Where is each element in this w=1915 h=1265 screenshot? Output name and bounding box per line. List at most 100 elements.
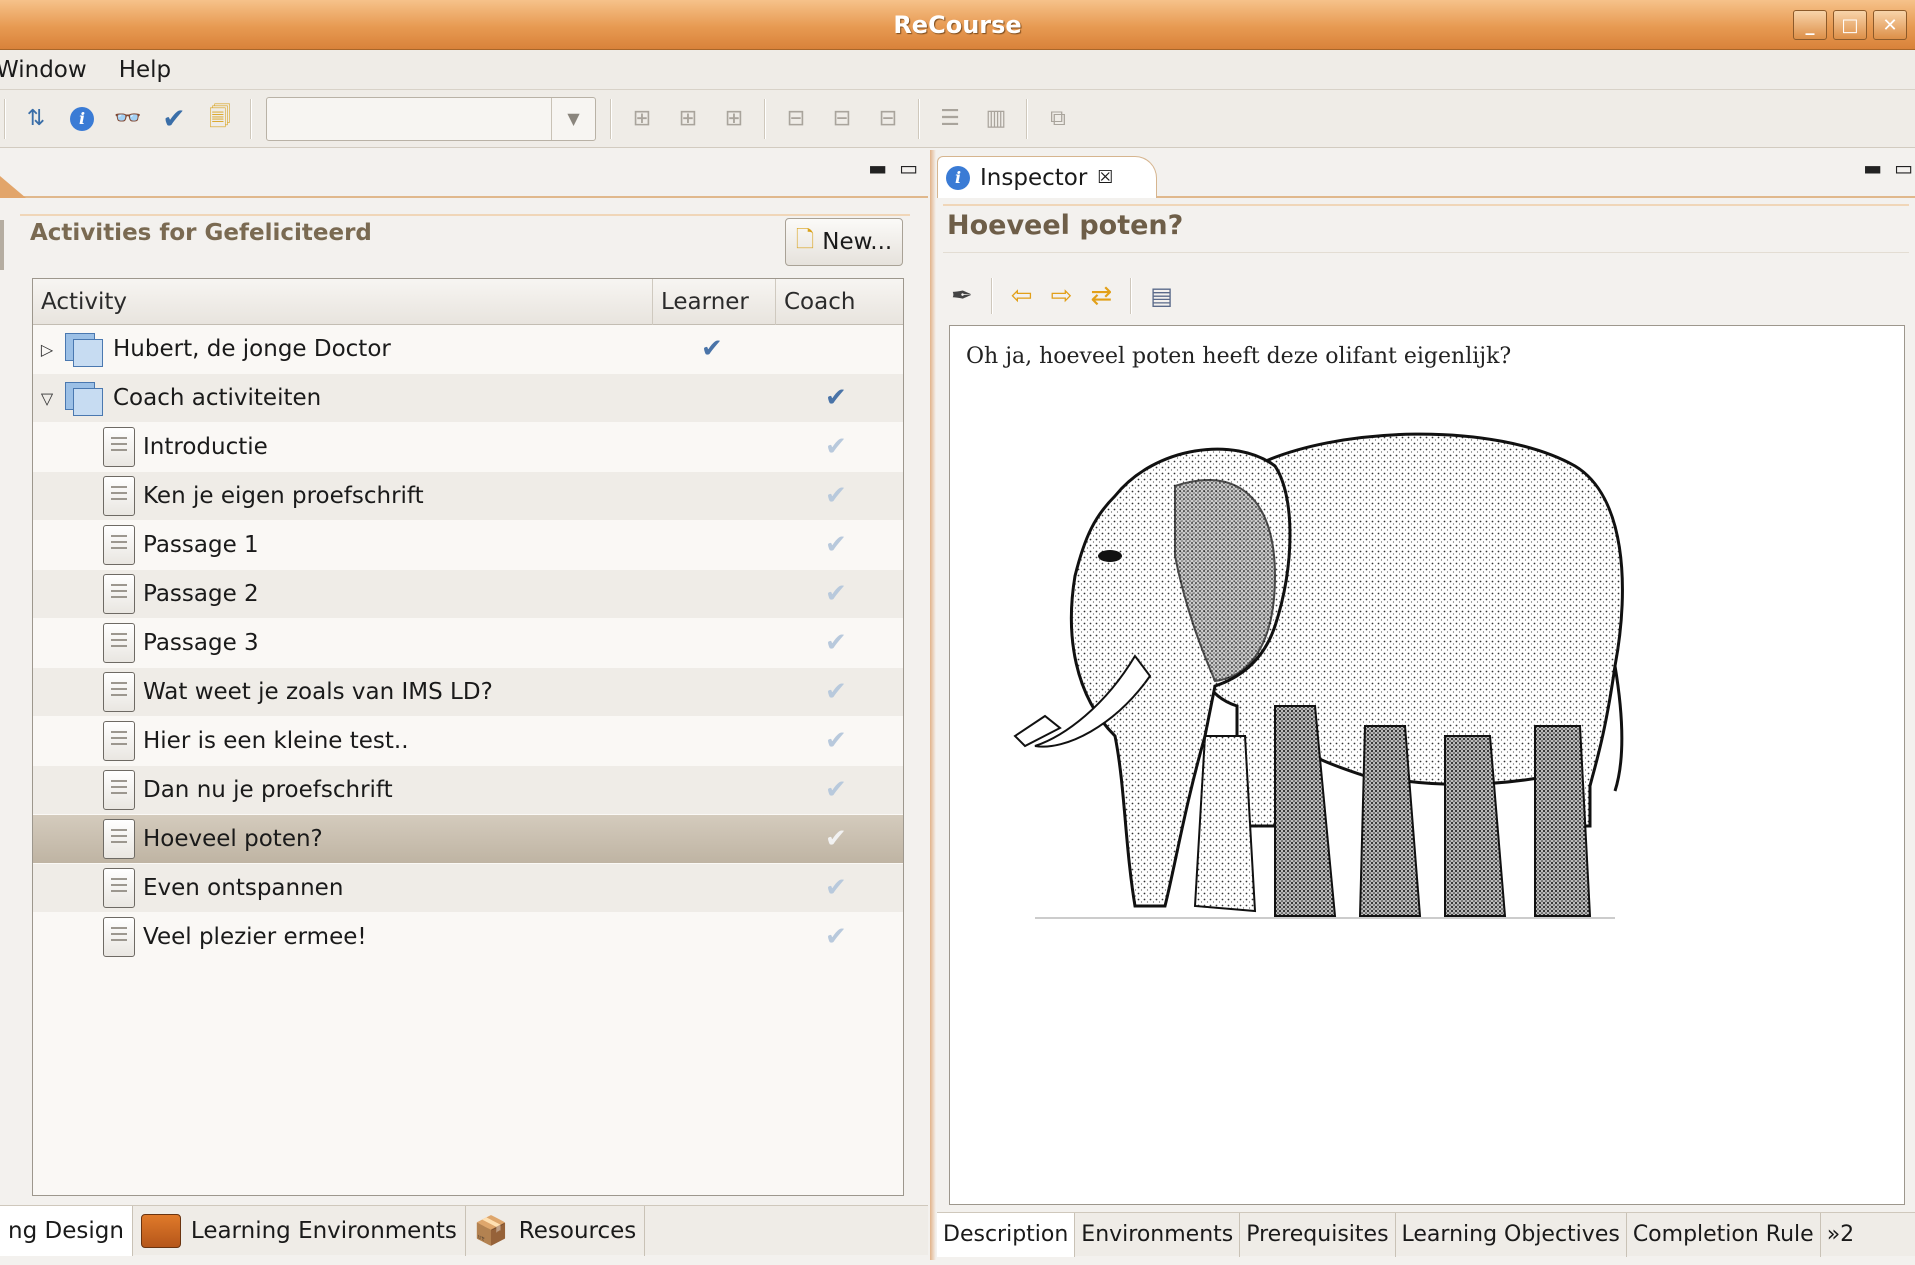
title-bar: ReCourse _ □ ✕ <box>0 0 1915 50</box>
minimize-button[interactable]: _ <box>1793 10 1827 40</box>
coach-check-icon[interactable]: ✔ <box>825 873 847 903</box>
more-tabs-button[interactable]: »2 <box>1821 1213 1860 1257</box>
maximize-view-icon[interactable]: ▭ <box>899 156 918 180</box>
close-button[interactable]: ✕ <box>1873 10 1907 40</box>
coach-check-icon[interactable]: ✔ <box>825 775 847 805</box>
panel-divider[interactable] <box>930 150 936 1260</box>
coach-check-icon[interactable]: ✔ <box>825 383 847 413</box>
export-icon[interactable]: 🗐 <box>204 103 236 135</box>
column-activity[interactable]: Activity <box>33 279 653 325</box>
column-learner[interactable]: Learner <box>653 279 776 325</box>
description-content[interactable]: Oh ja, hoeveel poten heeft deze olifant … <box>949 325 1905 1205</box>
close-tab-icon[interactable]: ☒ <box>1097 167 1113 188</box>
align-icon[interactable]: ⊟ <box>872 103 904 135</box>
coach-check-icon[interactable]: ✔ <box>825 579 847 609</box>
properties-list-icon[interactable]: ▤ <box>1150 282 1173 310</box>
activity-label: Passage 3 <box>143 630 259 656</box>
row-content: ▷ Hubert, de jonge Doctor <box>33 331 391 367</box>
tab-inspector[interactable]: i Inspector ☒ <box>937 156 1157 198</box>
align-icon[interactable]: ⊟ <box>780 103 812 135</box>
coach-check-icon[interactable]: ✔ <box>825 530 847 560</box>
activity-label: Dan nu je proefschrift <box>143 777 393 803</box>
tab-description[interactable]: Description <box>937 1212 1076 1257</box>
coach-check-icon[interactable]: ✔ <box>825 628 847 658</box>
activity-label: Ken je eigen proefschrift <box>143 483 424 509</box>
table-row[interactable]: Hier is een kleine test.. ✔ <box>33 717 903 765</box>
tab-edge <box>0 176 26 198</box>
tab-resources[interactable]: 📦 Resources <box>466 1205 646 1256</box>
toolbar-combo[interactable]: ▼ <box>266 96 596 141</box>
chevron-down-icon[interactable]: ▼ <box>551 97 595 140</box>
layout-tree-icon[interactable]: ⊞ <box>672 103 704 135</box>
tab-label: Learning Objectives <box>1401 1222 1620 1247</box>
coach-check-icon[interactable]: ✔ <box>825 432 847 462</box>
activity-label: Wat weet je zoals van IMS LD? <box>143 679 493 705</box>
coach-check-icon[interactable]: ✔ <box>825 677 847 707</box>
table-row[interactable]: ▽ Coach activiteiten ✔ <box>33 374 903 422</box>
minimize-view-icon[interactable]: ▬ <box>1863 156 1882 180</box>
menu-window[interactable]: Window <box>0 57 91 83</box>
coach-check-icon[interactable]: ✔ <box>825 726 847 756</box>
info-button[interactable]: i <box>66 103 98 135</box>
activity-label: Hubert, de jonge Doctor <box>113 336 391 362</box>
tab-learning-design[interactable]: ng Design <box>0 1205 133 1256</box>
table-row[interactable]: Ken je eigen proefschrift ✔ <box>33 472 903 520</box>
new-file-icon: 🗋 <box>795 226 815 253</box>
layout-tree-icon[interactable]: ⊞ <box>718 103 750 135</box>
tab-learning-objectives[interactable]: Learning Objectives <box>1396 1212 1627 1257</box>
activity-label: Hier is een kleine test.. <box>143 728 409 754</box>
row-content: Introductie <box>33 427 268 467</box>
sync-icon[interactable]: ⇄ <box>1090 281 1112 311</box>
layout-tree-icon[interactable]: ⊞ <box>626 103 658 135</box>
more-tabs-label: »2 <box>1826 1222 1855 1247</box>
minimize-view-icon[interactable]: ▬ <box>868 156 887 180</box>
panel-edge <box>0 220 4 270</box>
coach-check-icon[interactable]: ✔ <box>825 481 847 511</box>
table-row[interactable]: ▷ Hubert, de jonge Doctor ✔ <box>33 325 903 373</box>
table-row[interactable]: Hoeveel poten? ✔ <box>33 815 903 863</box>
coach-check-icon[interactable]: ✔ <box>825 824 847 854</box>
validate-check-icon[interactable]: ✔ <box>158 102 190 135</box>
table-row[interactable]: Passage 3 ✔ <box>33 619 903 667</box>
tab-prerequisites[interactable]: Prerequisites <box>1240 1212 1396 1257</box>
new-activity-button[interactable]: 🗋 New... <box>785 218 903 266</box>
tab-completion-rule[interactable]: Completion Rule <box>1627 1212 1821 1257</box>
expand-triangle-icon[interactable]: ▷ <box>37 340 57 359</box>
inspector-tab-label: Inspector <box>980 164 1088 191</box>
row-content: Dan nu je proefschrift <box>33 770 393 810</box>
forward-arrow-icon[interactable]: ⇨ <box>1051 281 1073 311</box>
table-row[interactable]: Veel plezier ermee! ✔ <box>33 913 903 961</box>
tab-environments[interactable]: Environments <box>1075 1212 1241 1257</box>
learner-check-icon[interactable]: ✔ <box>701 334 723 364</box>
activity-label: Passage 2 <box>143 581 259 607</box>
table-row[interactable]: Dan nu je proefschrift ✔ <box>33 766 903 814</box>
edit-pen-icon[interactable]: ✒ <box>951 281 973 311</box>
copy-icon[interactable]: ⧉ <box>1042 103 1074 135</box>
collapse-triangle-icon[interactable]: ▽ <box>37 389 57 408</box>
table-row[interactable]: Even ontspannen ✔ <box>33 864 903 912</box>
maximize-button[interactable]: □ <box>1833 10 1867 40</box>
menu-help[interactable]: Help <box>115 57 175 83</box>
tab-label: Learning Environments <box>190 1217 457 1244</box>
tab-label: ng Design <box>8 1217 124 1244</box>
table-row[interactable]: Passage 2 ✔ <box>33 570 903 618</box>
maximize-view-icon[interactable]: ▭ <box>1894 156 1913 180</box>
column-coach[interactable]: Coach <box>776 279 903 325</box>
activity-page-icon <box>103 476 135 516</box>
tab-learning-environments[interactable]: Learning Environments <box>133 1205 466 1256</box>
align-icon[interactable]: ⊟ <box>826 103 858 135</box>
rows-icon[interactable]: ☰ <box>934 103 966 135</box>
toolbar-separator <box>250 98 252 139</box>
back-arrow-icon[interactable]: ⇦ <box>1011 281 1033 311</box>
table-row[interactable]: Introductie ✔ <box>33 423 903 471</box>
columns-icon[interactable]: ▥ <box>980 103 1012 135</box>
toolbar-separator <box>1130 278 1133 314</box>
tree-add-icon[interactable]: ⇅ <box>20 103 52 135</box>
row-content: Passage 1 <box>33 525 259 565</box>
activities-panel: ▬ ▭ Activities for Gefeliciteerd 🗋 New..… <box>0 150 928 1260</box>
tab-label: Prerequisites <box>1246 1222 1389 1247</box>
table-row[interactable]: Passage 1 ✔ <box>33 521 903 569</box>
coach-check-icon[interactable]: ✔ <box>825 922 847 952</box>
binoculars-icon[interactable]: 👓 <box>112 103 144 135</box>
table-row[interactable]: Wat weet je zoals van IMS LD? ✔ <box>33 668 903 716</box>
